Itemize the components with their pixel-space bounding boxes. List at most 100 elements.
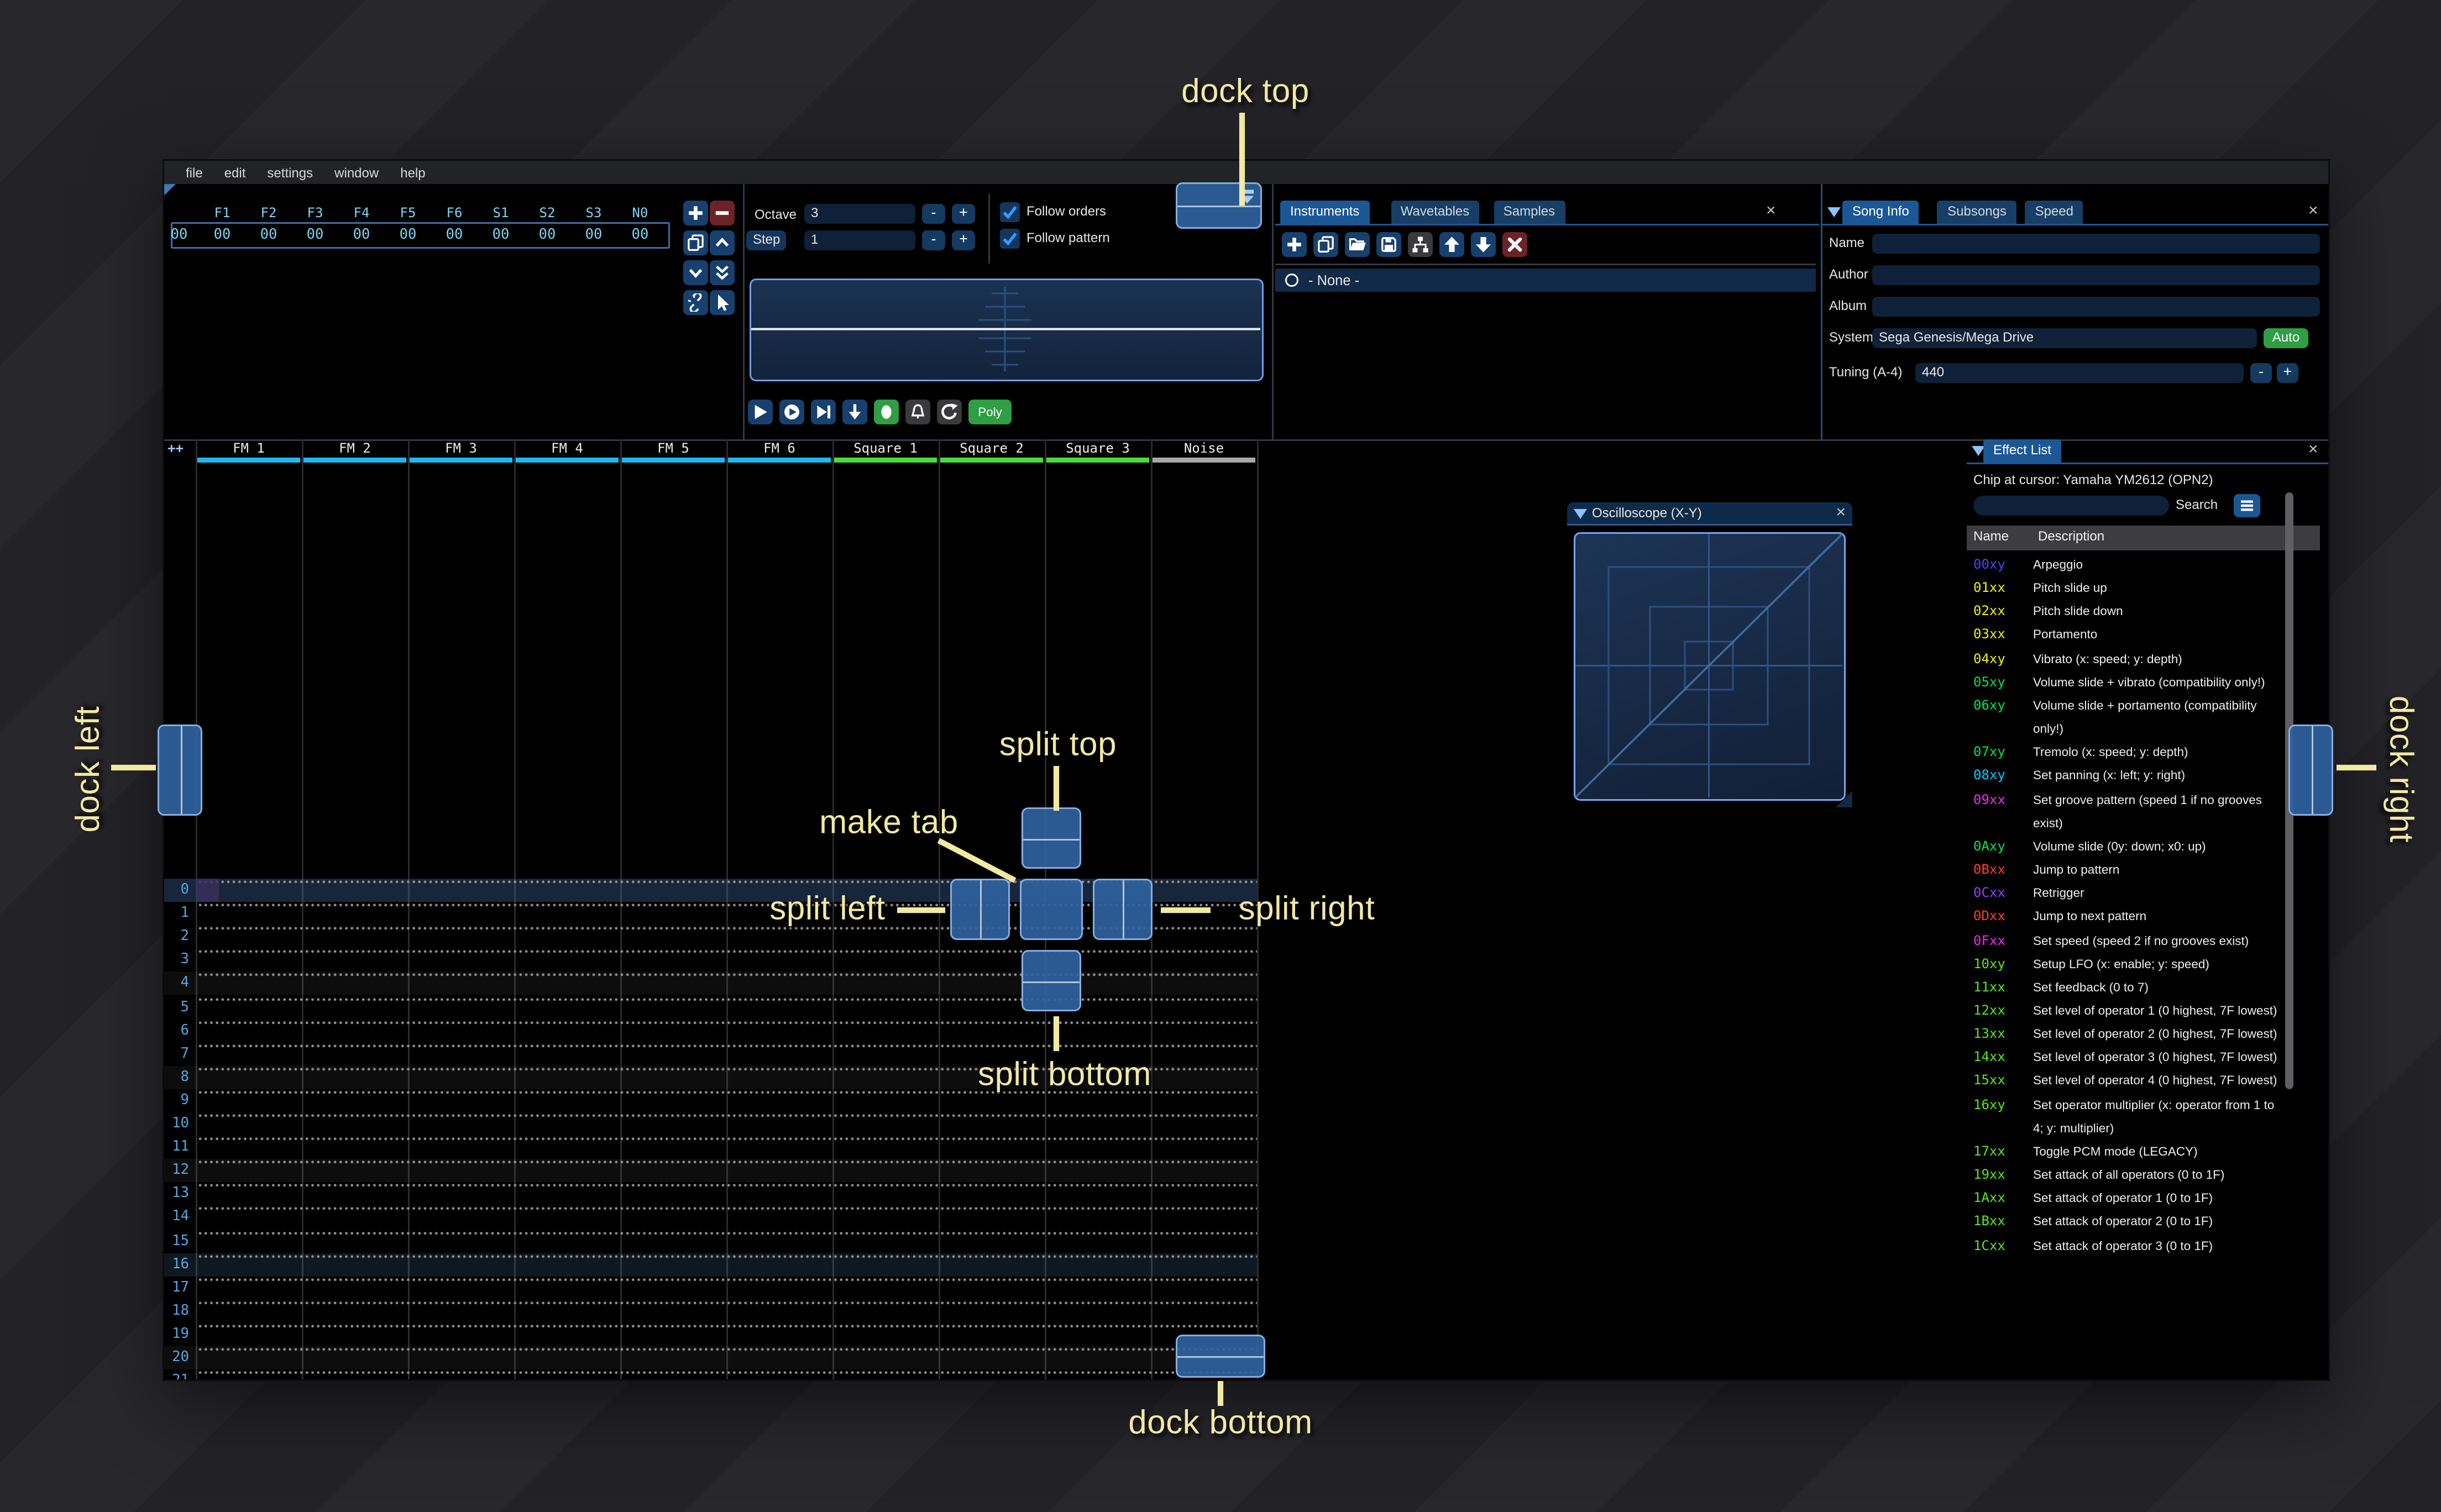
- pattern-cell[interactable]: [832, 1183, 939, 1206]
- system-auto-button[interactable]: Auto: [2264, 328, 2308, 348]
- dock-left-target[interactable]: [158, 725, 202, 816]
- menu-item-file[interactable]: file: [186, 165, 203, 180]
- pattern-cell[interactable]: [408, 1323, 514, 1346]
- pattern-cell[interactable]: [726, 949, 832, 972]
- effect-list-row[interactable]: 08xy Set panning (x: left; y: right): [1973, 765, 2305, 788]
- pattern-cell[interactable]: [1045, 1346, 1151, 1369]
- pattern-cell[interactable]: [196, 1299, 302, 1322]
- pattern-cell[interactable]: [408, 1112, 514, 1136]
- pattern-cell[interactable]: [620, 1159, 726, 1183]
- pattern-cell[interactable]: [832, 1276, 939, 1299]
- pattern-cell[interactable]: [939, 1206, 1045, 1229]
- pattern-cell[interactable]: [939, 1276, 1045, 1299]
- pattern-cell[interactable]: [514, 1065, 620, 1089]
- pattern-cell[interactable]: [1151, 972, 1257, 995]
- pattern-cell[interactable]: [514, 1369, 620, 1379]
- pattern-cell[interactable]: [620, 996, 726, 1019]
- effect-list-row[interactable]: 0Axy Volume slide (0y: down; x0: up): [1973, 836, 2305, 859]
- pattern-cell[interactable]: [726, 1369, 832, 1379]
- effect-list-row[interactable]: 06xy Volume slide + portamento (compatibi…: [1973, 695, 2305, 742]
- metronome-button[interactable]: [905, 400, 930, 424]
- channel-header-noise[interactable]: Noise: [1151, 439, 1257, 458]
- pattern-cell[interactable]: [620, 1323, 726, 1346]
- pattern-cell[interactable]: [939, 1369, 1045, 1379]
- pattern-cell[interactable]: [196, 1230, 302, 1253]
- pattern-cell[interactable]: [196, 1276, 302, 1299]
- order-cell[interactable]: 00: [478, 225, 524, 245]
- oscilloscope-xy-titlebar[interactable]: Oscilloscope (X-Y) ×: [1567, 502, 1852, 526]
- pattern-cell[interactable]: [1045, 1112, 1151, 1136]
- instrument-list-item[interactable]: - None -: [1275, 269, 1816, 292]
- play-button[interactable]: [748, 400, 773, 424]
- pattern-cell[interactable]: [1045, 1369, 1151, 1379]
- effect-sort-menu-button[interactable]: [2234, 494, 2260, 517]
- channel-header-fm-5[interactable]: FM 5: [620, 439, 726, 458]
- pattern-cell[interactable]: [196, 972, 302, 995]
- menu-item-edit[interactable]: edit: [224, 165, 246, 180]
- step-one-row-button[interactable]: [842, 400, 867, 424]
- pattern-cell[interactable]: [514, 902, 620, 925]
- pattern-cell[interactable]: [196, 1112, 302, 1136]
- album-input[interactable]: [1872, 297, 2320, 317]
- pattern-cell[interactable]: [514, 1183, 620, 1206]
- pattern-cell[interactable]: [408, 1159, 514, 1183]
- pattern-cell[interactable]: [620, 879, 726, 902]
- pattern-cell[interactable]: [1151, 1019, 1257, 1042]
- pattern-cell[interactable]: [196, 1369, 302, 1379]
- channel-header-fm-3[interactable]: FM 3: [408, 439, 514, 458]
- pattern-corner-button[interactable]: ++: [167, 441, 184, 456]
- deep-clone-order-button[interactable]: [683, 290, 708, 315]
- pattern-cell[interactable]: [196, 926, 302, 949]
- pattern-cell[interactable]: [939, 1159, 1045, 1183]
- pattern-cell[interactable]: [514, 1346, 620, 1369]
- pattern-cell[interactable]: [832, 1136, 939, 1159]
- pattern-cell[interactable]: [1045, 1299, 1151, 1322]
- pattern-cell[interactable]: [408, 1276, 514, 1299]
- pattern-cell[interactable]: [1045, 1206, 1151, 1229]
- pattern-cell[interactable]: [726, 1019, 832, 1042]
- pattern-cell[interactable]: [408, 1019, 514, 1042]
- pattern-cell[interactable]: [832, 1369, 939, 1379]
- pattern-cell[interactable]: [408, 949, 514, 972]
- effect-list-row[interactable]: 0Bxx Jump to pattern: [1973, 859, 2305, 882]
- pattern-cell[interactable]: [302, 1159, 408, 1183]
- pattern-cell[interactable]: [832, 1019, 939, 1042]
- pattern-cell[interactable]: [832, 1089, 939, 1112]
- pattern-cell[interactable]: [620, 949, 726, 972]
- pattern-cell[interactable]: [620, 972, 726, 995]
- pattern-cell[interactable]: [726, 1230, 832, 1253]
- pattern-cell[interactable]: [620, 1136, 726, 1159]
- panel-divider[interactable]: [743, 184, 745, 439]
- channel-header-fm-4[interactable]: FM 4: [514, 439, 620, 458]
- channel-header-fm-2[interactable]: FM 2: [302, 439, 408, 458]
- pattern-cell[interactable]: [408, 1206, 514, 1229]
- pattern-cell[interactable]: [726, 1089, 832, 1112]
- pattern-cell[interactable]: [832, 1042, 939, 1065]
- pattern-cell[interactable]: [620, 902, 726, 925]
- pattern-cell[interactable]: [196, 1089, 302, 1112]
- close-song-info-button[interactable]: ×: [2308, 203, 2318, 221]
- pattern-cell[interactable]: [939, 1299, 1045, 1322]
- effect-list-row[interactable]: 13xx Set level of operator 2 (0 highest, …: [1973, 1023, 2305, 1046]
- pattern-cell[interactable]: [196, 1042, 302, 1065]
- order-change-mode-button[interactable]: [710, 290, 735, 315]
- pattern-cell[interactable]: [302, 996, 408, 1019]
- pattern-cell[interactable]: [832, 1230, 939, 1253]
- pattern-cell[interactable]: [620, 1065, 726, 1089]
- pattern-cell[interactable]: [726, 972, 832, 995]
- stop-button[interactable]: [874, 400, 899, 424]
- pattern-cell[interactable]: [832, 1206, 939, 1229]
- pattern-cell[interactable]: [514, 1253, 620, 1276]
- pattern-cell[interactable]: [196, 1253, 302, 1276]
- pattern-cell[interactable]: [302, 902, 408, 925]
- tuning-increment-button[interactable]: +: [2277, 363, 2298, 383]
- effect-list-row[interactable]: 1Bxx Set attack of operator 2 (0 to 1F): [1973, 1211, 2305, 1234]
- pattern-cell[interactable]: [1151, 1206, 1257, 1229]
- pattern-cell[interactable]: [196, 1019, 302, 1042]
- window-resize-grip[interactable]: [1836, 791, 1852, 807]
- tab-effect-list[interactable]: Effect List: [1983, 439, 2061, 463]
- add-order-button[interactable]: [683, 201, 708, 225]
- pattern-cell[interactable]: [1045, 1323, 1151, 1346]
- pattern-cell[interactable]: [196, 949, 302, 972]
- pattern-cell[interactable]: [196, 1065, 302, 1089]
